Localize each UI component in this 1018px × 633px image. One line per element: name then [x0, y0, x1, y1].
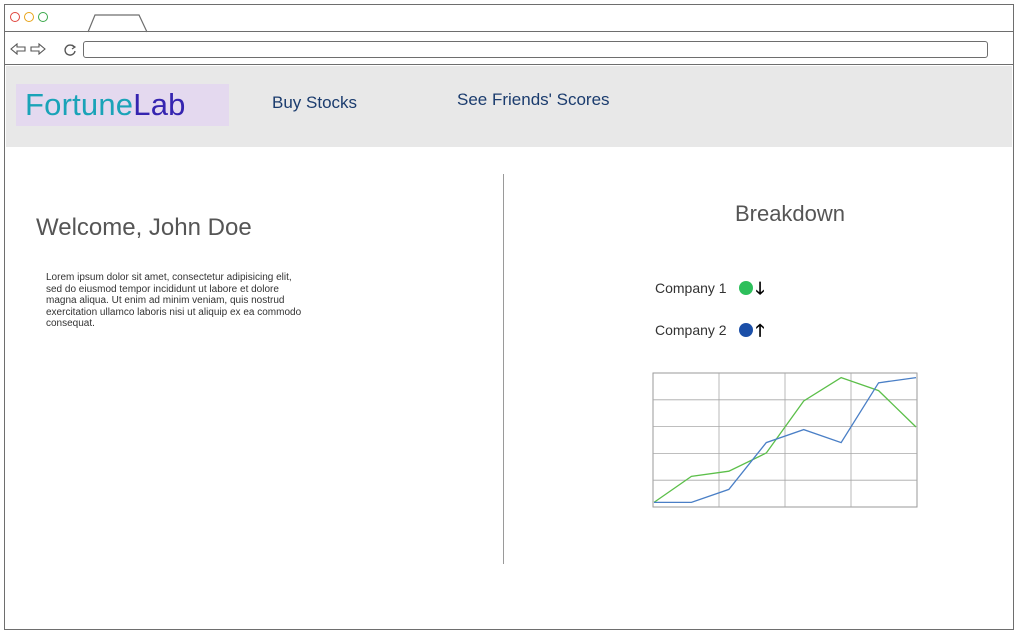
breakdown-line-chart [652, 372, 918, 508]
url-input[interactable] [83, 41, 988, 58]
browser-tab[interactable] [87, 14, 149, 34]
forward-arrow-icon[interactable] [30, 43, 46, 55]
buy-stocks-link[interactable]: Buy Stocks [272, 93, 357, 113]
address-bar [5, 32, 1013, 65]
company-2-color-dot-icon [738, 323, 753, 337]
breakdown-heading: Breakdown [734, 201, 846, 226]
fortunelab-logo[interactable]: Fortune Lab [16, 84, 229, 126]
up-arrow-icon: 🡑 [755, 320, 765, 340]
section-divider [503, 174, 504, 564]
company-1-color-dot-icon [738, 281, 753, 295]
welcome-heading: Welcome, John Doe [36, 214, 252, 241]
reload-icon[interactable] [63, 43, 77, 57]
company-2-label: Company 2 [655, 322, 727, 338]
see-friends-scores-link[interactable]: See Friends' Scores [457, 90, 610, 110]
logo-text-lab: Lab [133, 87, 186, 122]
welcome-body-text: Lorem ipsum dolor sit amet, consectetur … [46, 272, 302, 329]
company-2-row: Company 2 🡑 [655, 320, 764, 340]
logo-text-fortune: Fortune [25, 87, 134, 122]
company-1-label: Company 1 [655, 280, 727, 296]
minimize-window-icon[interactable] [24, 12, 34, 22]
company-1-row: Company 1 🡓 [655, 278, 764, 298]
title-bar [5, 5, 1013, 34]
down-arrow-icon: 🡓 [755, 278, 765, 298]
back-arrow-icon[interactable] [10, 43, 26, 55]
close-window-icon[interactable] [10, 12, 20, 22]
maximize-window-icon[interactable] [38, 12, 48, 22]
